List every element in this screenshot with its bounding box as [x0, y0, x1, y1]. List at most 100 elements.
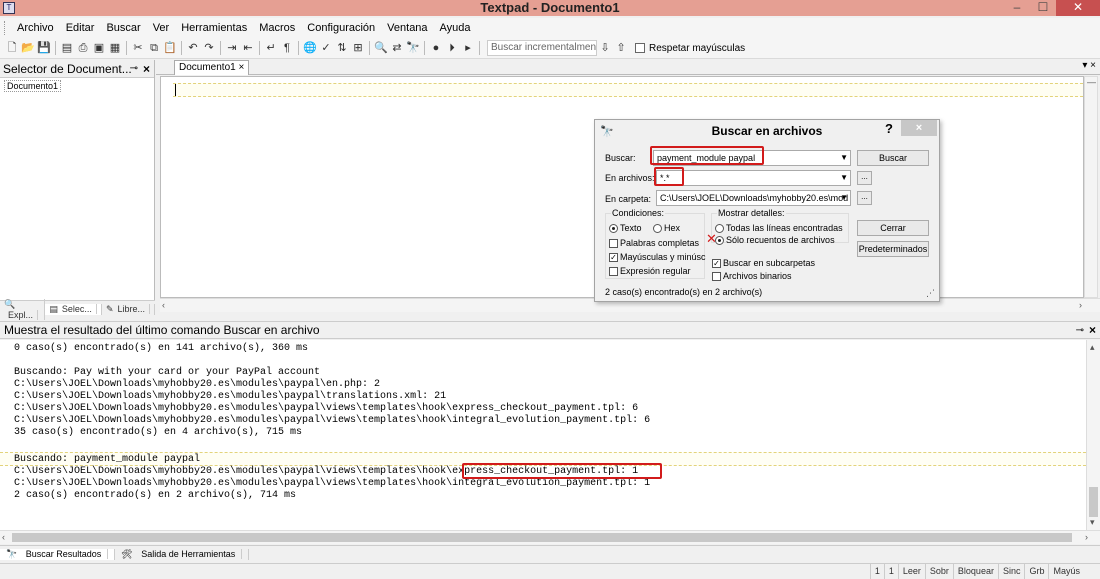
paragraph-icon[interactable]: ¶ — [280, 41, 294, 55]
defaults-button[interactable]: Predeterminados — [857, 241, 929, 257]
help-button[interactable]: ? — [885, 121, 893, 136]
scroll-up-icon[interactable]: ▴ — [1090, 342, 1095, 353]
scroll-up-icon[interactable]: — — [1087, 77, 1096, 87]
result-line[interactable]: C:\Users\JOEL\Downloads\myhobby20.es\mod… — [14, 403, 638, 415]
globe-icon[interactable]: 🌐 — [303, 41, 317, 55]
chevron-down-icon[interactable]: ▼ — [840, 171, 848, 185]
tabs-menu-icon[interactable]: ▾ × — [1082, 60, 1096, 71]
copy-icon[interactable]: ⧉ — [147, 41, 161, 55]
chevron-down-icon[interactable]: ▼ — [840, 191, 848, 205]
results-vertical-scrollbar[interactable]: ▴ ▾ — [1086, 340, 1100, 530]
pin-icon[interactable]: ⊸ — [1076, 322, 1084, 339]
menu-ayuda[interactable]: Ayuda — [434, 18, 477, 38]
search-down-icon[interactable]: ⇩ — [598, 41, 612, 55]
resize-grip-icon[interactable]: ⋰ — [926, 288, 935, 299]
pin-icon[interactable]: ⊸ — [130, 60, 138, 78]
files-browse-button[interactable]: ... — [857, 171, 872, 185]
next-icon[interactable]: ▸ — [461, 41, 475, 55]
menu-ventana[interactable]: Ventana — [381, 18, 433, 38]
minimize-button[interactable]: – — [1004, 0, 1030, 16]
menu-bar: Archivo Editar Buscar Ver Herramientas M… — [0, 18, 1100, 38]
whole-words-checkbox[interactable]: Palabras completas — [609, 238, 699, 248]
open-icon[interactable]: 📂 — [21, 41, 35, 55]
print-icon[interactable]: ⎙ — [76, 41, 90, 55]
editor-vertical-scrollbar[interactable]: — — [1084, 76, 1098, 298]
menu-herramientas[interactable]: Herramientas — [175, 18, 253, 38]
paste-icon[interactable]: 📋 — [163, 41, 177, 55]
close-window-button[interactable]: ✕ — [1056, 0, 1100, 16]
manage-icon[interactable]: ▦ — [108, 41, 122, 55]
toolbar-separator — [369, 41, 370, 55]
replace-icon[interactable]: ⇄ — [390, 41, 404, 55]
menu-ver[interactable]: Ver — [147, 18, 176, 38]
save-all-icon[interactable]: ▤ — [60, 41, 74, 55]
play-icon[interactable]: ⏵ — [445, 41, 459, 55]
tab-library[interactable]: ✎ Libre... — [102, 304, 155, 315]
toolbar-separator — [479, 41, 480, 55]
new-icon[interactable]: 🗋 — [5, 41, 19, 55]
close-tab-icon[interactable]: × — [238, 62, 244, 73]
results-output[interactable]: 0 caso(s) encontrado(s) en 141 archivo(s… — [0, 340, 1086, 530]
regex-checkbox[interactable]: Expresión regular — [609, 266, 691, 276]
close-button[interactable]: Cerrar — [857, 220, 929, 236]
results-horizontal-scrollbar[interactable]: ‹ › — [0, 530, 1100, 544]
counts-only-radio[interactable]: Sólo recuentos de archivos — [715, 235, 835, 245]
find-in-files-icon[interactable]: 🔭 — [406, 41, 420, 55]
find-icon[interactable]: 🔍 — [374, 41, 388, 55]
match-case-dialog-checkbox[interactable]: ✓ Mayúsculas y minúsc — [609, 252, 706, 262]
folder-input[interactable]: C:\Users\JOEL\Downloads\myhobby20.es\mod… — [656, 190, 851, 206]
tab-search-results[interactable]: 🔭 Buscar Resultados — [0, 548, 116, 560]
result-line[interactable]: C:\Users\JOEL\Downloads\myhobby20.es\mod… — [14, 478, 650, 490]
left-panel-tabs: 🔍Expl... ▤ Selec... ✎ Libre... — [0, 299, 155, 320]
wrap-icon[interactable]: ↵ — [264, 41, 278, 55]
menu-configuracion[interactable]: Configuración — [301, 18, 381, 38]
compare-icon[interactable]: ⊞ — [351, 41, 365, 55]
result-line[interactable]: C:\Users\JOEL\Downloads\myhobby20.es\mod… — [14, 391, 446, 403]
tab-selector[interactable]: ▤ Selec... — [45, 304, 102, 315]
dialog-close-button[interactable]: × — [901, 120, 937, 136]
scroll-thumb[interactable] — [12, 533, 1072, 542]
chevron-down-icon[interactable]: ▼ — [840, 151, 848, 165]
print-preview-icon[interactable]: ▣ — [92, 41, 106, 55]
scroll-thumb[interactable] — [1089, 487, 1098, 517]
scroll-left-icon[interactable]: ‹ — [162, 300, 165, 310]
result-line[interactable]: C:\Users\JOEL\Downloads\myhobby20.es\mod… — [14, 379, 380, 391]
close-panel-icon[interactable]: × — [1089, 322, 1096, 339]
list-item[interactable]: Documento1 — [4, 80, 62, 92]
maximize-button[interactable]: ☐ — [1030, 0, 1056, 16]
folder-browse-button[interactable]: ... — [857, 191, 872, 205]
indent-icon[interactable]: ⇥ — [225, 41, 239, 55]
menu-buscar[interactable]: Buscar — [100, 18, 146, 38]
scroll-right-icon[interactable]: › — [1085, 532, 1088, 542]
text-radio[interactable]: Texto — [609, 223, 642, 233]
scroll-left-icon[interactable]: ‹ — [2, 532, 5, 542]
menu-editar[interactable]: Editar — [60, 18, 101, 38]
cut-icon[interactable]: ✂ — [131, 41, 145, 55]
incremental-search-input[interactable]: Buscar incrementalmente — [487, 40, 597, 56]
files-input[interactable]: *.* ▼ — [656, 170, 851, 186]
tab-tool-output[interactable]: 🛠 Salida de Herramientas — [115, 548, 250, 560]
redo-icon[interactable]: ↷ — [202, 41, 216, 55]
scroll-right-icon[interactable]: › — [1079, 300, 1082, 310]
search-up-icon[interactable]: ⇧ — [614, 41, 628, 55]
scroll-down-icon[interactable]: ▾ — [1090, 517, 1095, 528]
save-icon[interactable]: 💾 — [37, 41, 51, 55]
menu-archivo[interactable]: Archivo — [11, 18, 60, 38]
all-lines-radio[interactable]: Todas las líneas encontradas — [715, 223, 843, 233]
tab-documento1[interactable]: Documento1 × — [174, 60, 250, 75]
binary-files-checkbox[interactable]: Archivos binarios — [712, 271, 792, 281]
undo-icon[interactable]: ↶ — [186, 41, 200, 55]
subfolders-checkbox[interactable]: ✓ Buscar en subcarpetas — [712, 258, 815, 268]
match-case-checkbox[interactable] — [635, 43, 645, 53]
tab-explorer[interactable]: 🔍Expl... — [0, 299, 46, 320]
result-line[interactable]: C:\Users\JOEL\Downloads\myhobby20.es\mod… — [14, 415, 650, 427]
menu-macros[interactable]: Macros — [253, 18, 301, 38]
find-button[interactable]: Buscar — [857, 150, 929, 166]
hex-radio[interactable]: Hex — [653, 223, 680, 233]
record-icon[interactable]: ● — [429, 41, 443, 55]
outdent-icon[interactable]: ⇤ — [241, 41, 255, 55]
sort-icon[interactable]: ⇅ — [335, 41, 349, 55]
close-panel-icon[interactable]: × — [143, 60, 150, 78]
toolbar: 🗋 📂 💾 ▤ ⎙ ▣ ▦ ✂ ⧉ 📋 ↶ ↷ ⇥ ⇤ ↵ ¶ 🌐 ✓ ⇅ ⊞ … — [0, 38, 1100, 59]
spell-icon[interactable]: ✓ — [319, 41, 333, 55]
